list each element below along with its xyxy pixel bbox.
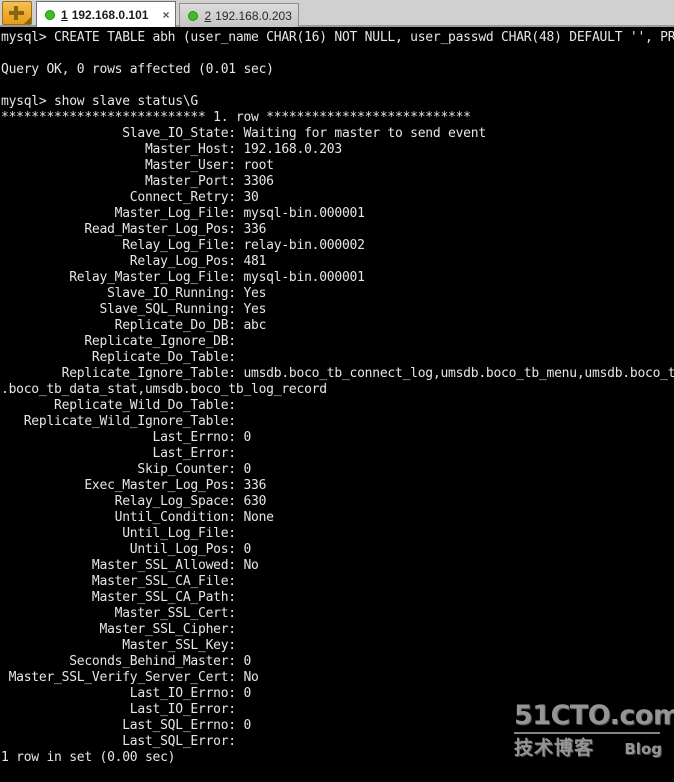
terminal-line: Until_Condition: None xyxy=(1,510,274,525)
terminal-line: .boco_tb_data_stat,umsdb.boco_tb_log_rec… xyxy=(1,382,327,397)
terminal-line: Master_Host: 192.168.0.203 xyxy=(1,142,342,157)
tab-bar: 1 192.168.0.101 × 2 192.168.0.203 xyxy=(0,0,674,28)
terminal-line: Master_Port: 3306 xyxy=(1,174,274,189)
terminal-line: Last_SQL_Error: xyxy=(1,734,236,749)
terminal-output-pane[interactable]: mysql> CREATE TABLE abh (user_name CHAR(… xyxy=(0,28,674,781)
plus-icon-vertical xyxy=(14,6,18,20)
terminal-line: Seconds_Behind_Master: 0 xyxy=(1,654,252,669)
terminal-line: Connect_Retry: 30 xyxy=(1,190,259,205)
new-tab-button[interactable] xyxy=(2,1,32,25)
terminal-line: Skip_Counter: 0 xyxy=(1,462,252,477)
terminal-line: Relay_Log_File: relay-bin.000002 xyxy=(1,238,365,253)
terminal-line: Read_Master_Log_Pos: 336 xyxy=(1,222,267,237)
terminal-line: Replicate_Ignore_Table: umsdb.boco_tb_co… xyxy=(1,366,674,381)
dropdown-corner-icon[interactable] xyxy=(24,17,31,24)
terminal-line: Relay_Log_Pos: 481 xyxy=(1,254,267,269)
terminal-line: Master_Log_File: mysql-bin.000001 xyxy=(1,206,365,221)
terminal-line: Query OK, 0 rows affected (0.01 sec) xyxy=(1,62,274,77)
terminal-line: Slave_IO_Running: Yes xyxy=(1,286,267,301)
tab-session-2[interactable]: 2 192.168.0.203 xyxy=(179,3,299,27)
terminal-line: Master_SSL_Allowed: No xyxy=(1,558,259,573)
terminal-line: Master_SSL_CA_Path: xyxy=(1,590,236,605)
terminal-line: Replicate_Wild_Ignore_Table: xyxy=(1,414,236,429)
close-icon[interactable]: × xyxy=(162,9,169,21)
connection-status-icon xyxy=(45,9,55,20)
terminal-line: Replicate_Do_Table: xyxy=(1,350,236,365)
terminal-line: mysql> show slave status\G xyxy=(1,94,198,109)
terminal-line: Relay_Master_Log_File: mysql-bin.000001 xyxy=(1,270,365,285)
tab-index-label: 2 xyxy=(204,8,212,23)
terminal-line: 1 row in set (0.00 sec) xyxy=(1,750,176,765)
terminal-line: Replicate_Do_DB: abc xyxy=(1,318,267,333)
terminal-line: Last_Errno: 0 xyxy=(1,430,252,445)
terminal-line: Master_SSL_Cert: xyxy=(1,606,237,621)
terminal-line: Last_Error: xyxy=(1,446,237,461)
tab-session-1[interactable]: 1 192.168.0.101 × xyxy=(36,1,177,27)
tab-title-label: 192.168.0.203 xyxy=(215,8,292,23)
tab-index-label: 1 xyxy=(61,7,68,22)
terminal-line: mysql> CREATE TABLE abh (user_name CHAR(… xyxy=(1,30,674,45)
terminal-line: Replicate_Ignore_DB: xyxy=(1,334,236,349)
terminal-line: Slave_IO_State: Waiting for master to se… xyxy=(1,126,486,141)
terminal-line: Last_SQL_Errno: 0 xyxy=(1,718,252,733)
terminal-line: Master_User: root xyxy=(1,158,274,173)
terminal-line: Replicate_Wild_Do_Table: xyxy=(1,398,236,413)
terminal-line: Master_SSL_Cipher: xyxy=(1,622,236,637)
terminal-text: mysql> CREATE TABLE abh (user_name CHAR(… xyxy=(1,30,674,766)
terminal-line: Exec_Master_Log_Pos: 336 xyxy=(1,478,267,493)
terminal-line: Master_SSL_CA_File: xyxy=(1,574,236,589)
terminal-line: Master_SSL_Key: xyxy=(1,638,236,653)
terminal-line: Slave_SQL_Running: Yes xyxy=(1,302,267,317)
terminal-line: *************************** 1. row *****… xyxy=(1,110,471,125)
terminal-line: Until_Log_File: xyxy=(1,526,236,541)
tab-title-label: 192.168.0.101 xyxy=(71,7,149,22)
terminal-line: Last_IO_Errno: 0 xyxy=(1,686,252,701)
terminal-line: Relay_Log_Space: 630 xyxy=(1,494,267,509)
terminal-line: Master_SSL_Verify_Server_Cert: No xyxy=(1,670,259,685)
terminal-line: Last_IO_Error: xyxy=(1,702,236,717)
connection-status-icon xyxy=(188,10,199,21)
terminal-line: Until_Log_Pos: 0 xyxy=(1,542,252,557)
